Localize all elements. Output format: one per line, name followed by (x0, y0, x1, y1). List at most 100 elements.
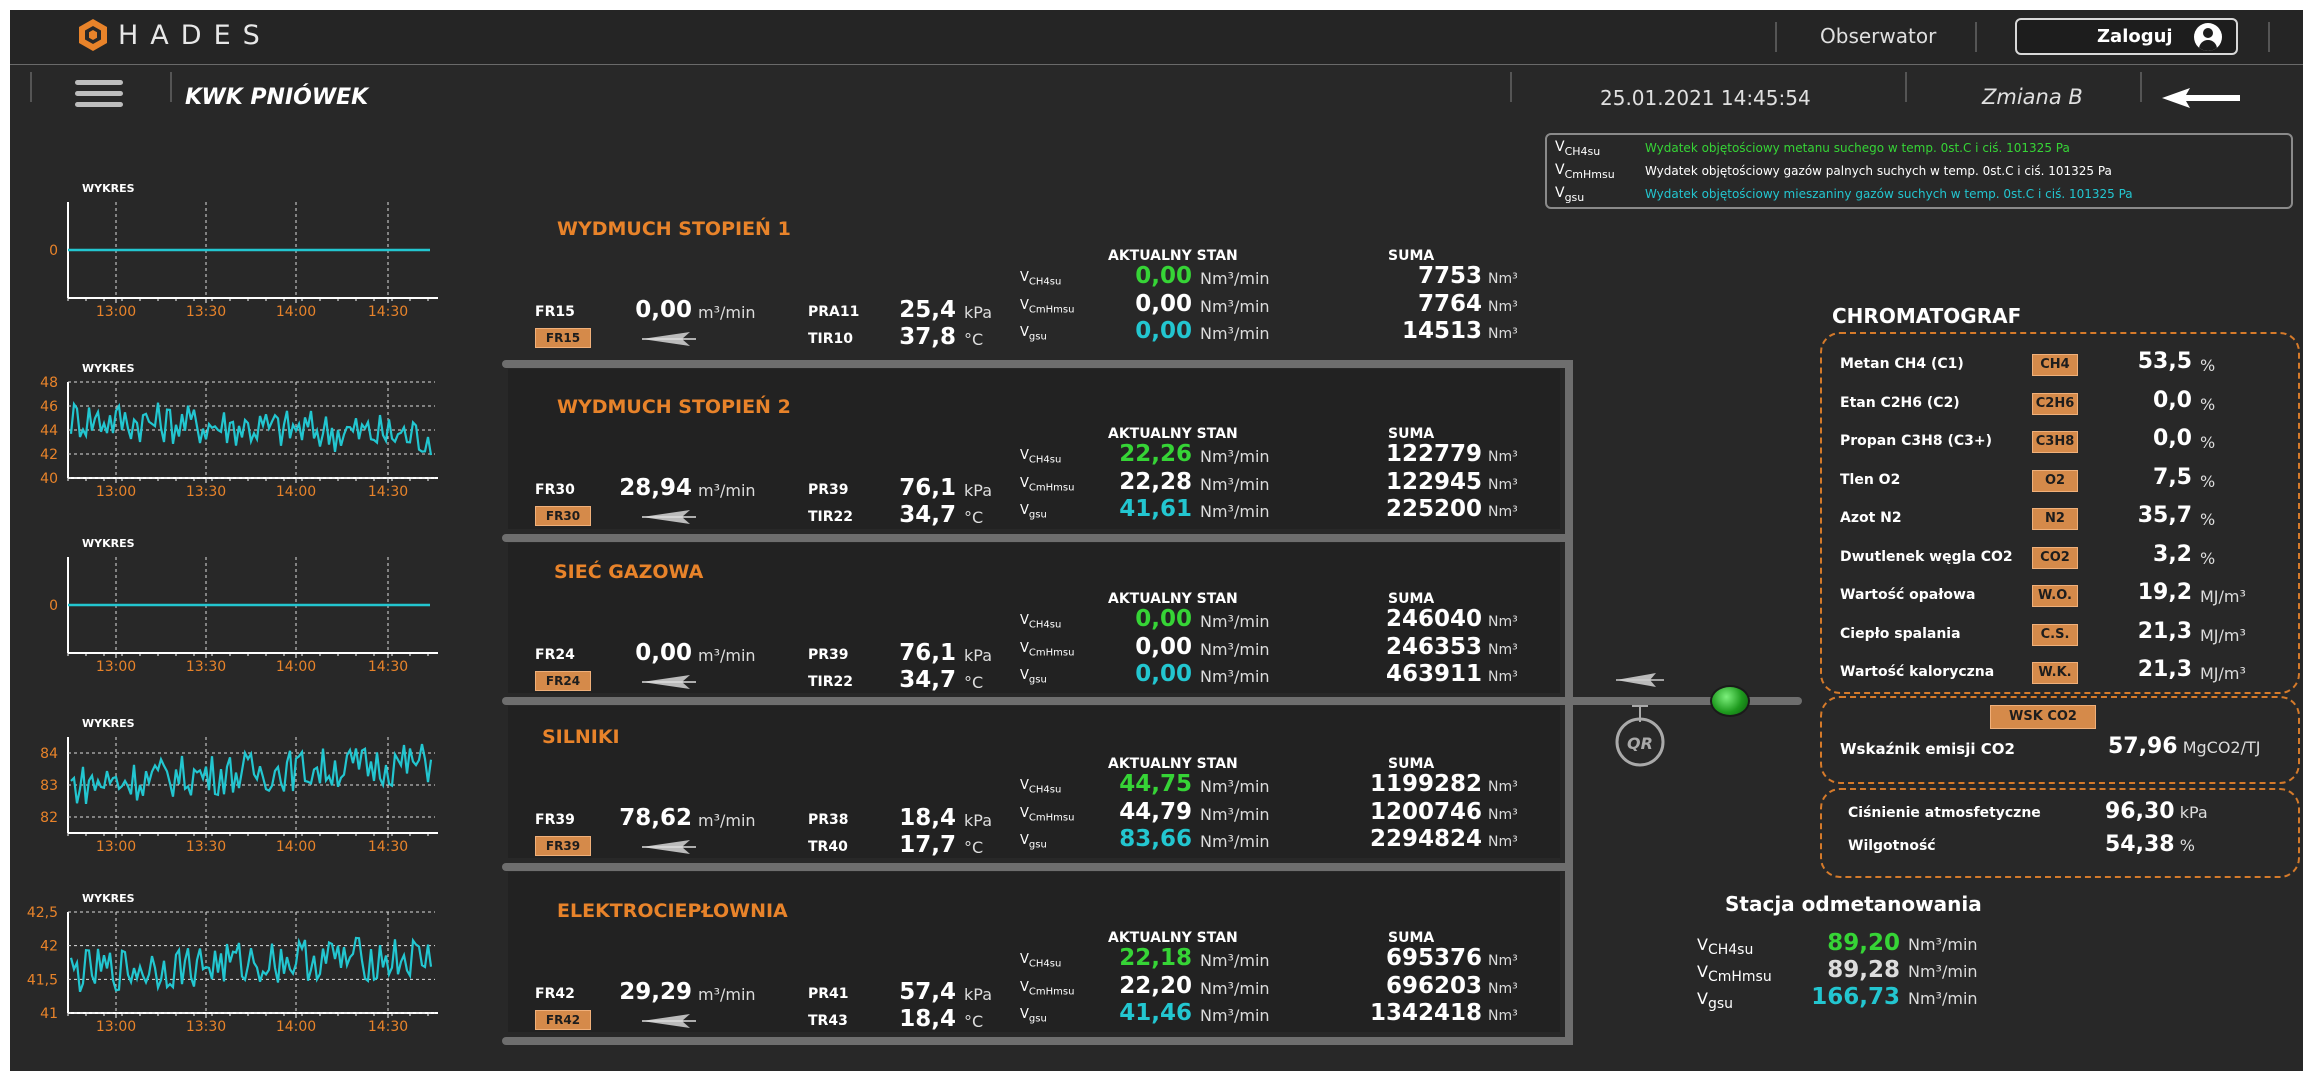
sum-unit: Nm³ (1488, 271, 1518, 287)
chrom-row-tag[interactable]: N2 (2032, 508, 2078, 530)
pressure-value: 25,4 (899, 297, 956, 323)
login-button[interactable]: Zaloguj (2015, 18, 2238, 55)
y-tick-label: 84 (40, 746, 58, 762)
flow-tag-button[interactable]: FR30 (535, 506, 591, 526)
v-value-ch4: 22,26 (1119, 441, 1192, 467)
chrom-row-unit: MJ/m³ (2200, 625, 2246, 645)
chrom-row-unit: % (2200, 548, 2216, 568)
chrom-row-tag[interactable]: C.S. (2032, 623, 2078, 646)
temp-value: 37,8 (899, 324, 956, 350)
chart-title: WYKRES (82, 537, 135, 550)
v-value-gsu: 0,00 (1135, 661, 1192, 687)
v-symbol-gsu: Vgsu (1020, 833, 1047, 851)
pressure-tag: PRA11 (808, 304, 860, 320)
back-arrow-icon[interactable] (2162, 88, 2242, 108)
temp-unit: °C (964, 508, 984, 527)
chrom-row-value: 21,3 (2137, 618, 2192, 644)
chrom-row-unit: % (2200, 394, 2216, 414)
v-value-ch4: 0,00 (1135, 606, 1192, 632)
chrom-row-unit: % (2200, 510, 2216, 529)
flow-tag: FR42 (535, 986, 575, 1002)
chrom-row-tag[interactable]: CO2 (2032, 546, 2078, 569)
y-tick-label: 0 (49, 598, 58, 614)
station-vgsu-symbol: Vgsu (1697, 989, 1734, 1013)
v-unit: Nm³/min (1200, 447, 1270, 466)
shift-label: Zmiana B (1982, 85, 2083, 109)
flow-value: 29,29 (619, 979, 692, 1005)
mini-chart: WYKRES 13:00 13:30 14:00 14:30 0 (49, 537, 438, 675)
menu-icon[interactable] (75, 80, 123, 108)
station-unit: Nm³/min (1908, 962, 1978, 981)
chrom-row-tag[interactable]: W.K. (2032, 662, 2078, 684)
chromatograf-title: CHROMATOGRAF (1832, 304, 2022, 328)
temp-unit: °C (964, 673, 984, 692)
sum-value-cm: 696203 (1385, 973, 1482, 999)
sum-unit: Nm³ (1488, 504, 1518, 520)
v-unit: Nm³/min (1200, 324, 1270, 343)
chrom-row-tag[interactable]: CH4 (2032, 354, 2078, 376)
section-title: ELEKTROCIEPŁOWNIA (557, 900, 788, 922)
flow-tag-button[interactable]: FR24 (535, 671, 591, 691)
chrom-row-tag[interactable]: W.O. (2032, 585, 2078, 607)
flow-tag: FR24 (535, 647, 575, 663)
user-role: Obserwator (1820, 24, 1937, 48)
x-tick-label: 14:30 (368, 304, 408, 320)
y-tick-label: 41 (40, 1006, 58, 1022)
temp-unit: °C (964, 1012, 984, 1031)
x-tick-label: 14:00 (276, 839, 316, 855)
flow-tag-button[interactable]: FR42 (535, 1010, 591, 1030)
state-header: AKTUALNY STAN (1108, 591, 1238, 607)
flow-value: 0,00 (635, 297, 692, 323)
sum-header: SUMA (1388, 930, 1435, 946)
v-symbol-cm: VCmHmsu (1020, 806, 1075, 824)
valve-icon (642, 675, 696, 689)
sum-value-gsu: 2294824 (1369, 826, 1482, 852)
state-header: AKTUALNY STAN (1108, 426, 1238, 442)
x-tick-label: 13:00 (96, 659, 136, 675)
chrom-row-tag[interactable]: C2H6 (2032, 392, 2078, 415)
temp-value: 34,7 (899, 667, 956, 693)
legend-symbol: VCmHmsu (1555, 162, 1615, 181)
y-tick-label: 82 (40, 810, 58, 826)
flow-tag: FR39 (535, 812, 575, 828)
flow-unit: m³/min (698, 646, 756, 665)
chrom-row-label: Dwutlenek węgla CO2 (1840, 548, 2013, 565)
divider (1775, 22, 1777, 52)
chrom-row-label: Propan C3H8 (C3+) (1840, 433, 1992, 449)
valve-icon (1616, 673, 1664, 687)
chrom-row-tag[interactable]: C3H8 (2032, 431, 2078, 453)
sum-value-gsu: 14513 (1401, 318, 1482, 344)
temp-tag: TR40 (808, 839, 848, 855)
valve-icon (642, 840, 696, 854)
sum-value-cm: 122945 (1385, 469, 1482, 495)
humidity-value: 54,38 (2105, 832, 2175, 857)
chrom-row-value: 0,0 (2153, 387, 2192, 413)
legend-symbol: Vgsu (1555, 185, 1585, 204)
divider (2268, 22, 2270, 52)
station-vgsu-value: 166,73 (1811, 984, 1900, 1010)
x-tick-label: 13:00 (96, 1019, 136, 1035)
pressure-unit: kPa (964, 811, 992, 830)
station-unit: Nm³/min (1908, 935, 1978, 954)
sum-header: SUMA (1388, 248, 1435, 264)
chrom-row-label: Etan C2H6 (C2) (1840, 394, 1960, 411)
flow-tag-button[interactable]: FR39 (535, 836, 591, 856)
chrom-row-tag[interactable]: O2 (2032, 469, 2078, 492)
divider (170, 72, 172, 102)
section-title: WYDMUCH STOPIEŃ 1 (557, 218, 791, 240)
valve-icon (642, 332, 696, 346)
mini-chart: WYKRES 13:00 13:30 14:00 14:30 84 83 82 (40, 717, 438, 855)
v-unit: Nm³/min (1200, 640, 1270, 659)
v-value-ch4: 44,75 (1119, 771, 1192, 797)
chrom-row-value: 0,0 (2153, 426, 2192, 451)
chrom-row-value: 21,3 (2137, 657, 2192, 682)
sum-unit: Nm³ (1488, 834, 1518, 850)
temp-value: 34,7 (899, 502, 956, 528)
chrom-row-value: 35,7 (2137, 503, 2192, 528)
flow-tag-button[interactable]: FR15 (535, 328, 591, 348)
section-title: SILNIKI (542, 726, 620, 748)
temp-tag: TIR10 (808, 331, 854, 347)
pressure-unit: kPa (964, 481, 992, 500)
sum-unit: Nm³ (1488, 981, 1518, 997)
v-value-cm: 22,28 (1119, 469, 1192, 495)
